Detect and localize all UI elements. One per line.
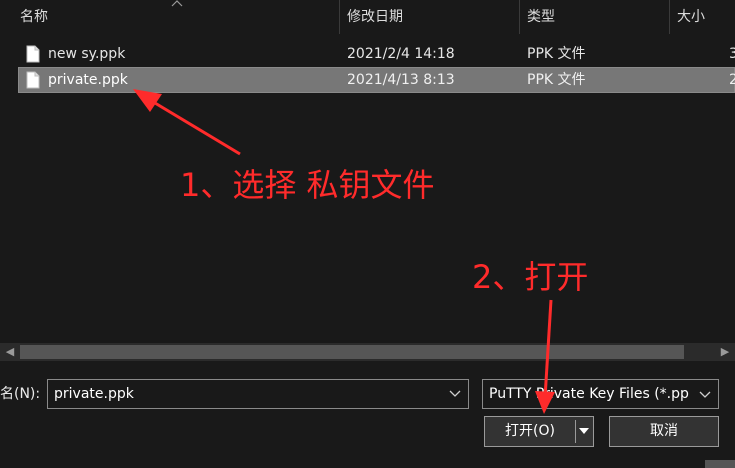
- chevron-down-icon: [699, 391, 711, 398]
- file-icon: [26, 71, 40, 89]
- column-modified[interactable]: 修改日期: [341, 0, 517, 34]
- column-type[interactable]: 类型: [521, 0, 667, 34]
- file-type: PPK 文件: [527, 46, 586, 62]
- scroll-left-icon[interactable]: ◀: [1, 343, 19, 361]
- resize-grip-icon[interactable]: [705, 458, 735, 468]
- annotation-step2: 2、打开: [472, 258, 589, 296]
- column-separator[interactable]: [669, 0, 670, 34]
- file-name: private.ppk: [48, 72, 128, 88]
- dropdown-arrow-icon[interactable]: [578, 426, 590, 436]
- file-type: PPK 文件: [527, 72, 586, 88]
- column-header: 名称 修改日期 类型 大小: [0, 0, 735, 34]
- chevron-down-icon[interactable]: [448, 386, 462, 400]
- scrollbar-thumb[interactable]: [20, 345, 684, 359]
- column-name[interactable]: 名称: [14, 0, 340, 34]
- file-row-selected[interactable]: private.ppk 2021/4/13 8:13 PPK 文件 2: [18, 67, 735, 93]
- file-name: new sy.ppk: [48, 46, 126, 62]
- scroll-right-icon[interactable]: ▶: [716, 343, 734, 361]
- open-button-label: 打开(O): [505, 423, 555, 439]
- file-modified: 2021/2/4 14:18: [347, 46, 455, 62]
- file-size: 2: [729, 72, 735, 88]
- cancel-button[interactable]: 取消: [609, 416, 719, 447]
- horizontal-scrollbar[interactable]: ◀ ▶: [0, 343, 735, 361]
- file-row[interactable]: new sy.ppk 2021/2/4 14:18 PPK 文件 3: [18, 41, 735, 67]
- filename-label: 名(N):: [0, 386, 41, 402]
- column-separator[interactable]: [339, 0, 340, 34]
- dialog-footer: [0, 361, 735, 468]
- open-button[interactable]: 打开(O): [484, 416, 594, 447]
- arrow-to-private-ppk: [133, 89, 241, 156]
- file-modified: 2021/4/13 8:13: [347, 72, 455, 88]
- file-icon: [26, 45, 40, 63]
- column-separator[interactable]: [519, 0, 520, 34]
- split-divider: [575, 420, 576, 443]
- column-size[interactable]: 大小: [671, 0, 735, 34]
- file-type-filter-value: PuTTY Private Key Files (*.pp: [489, 386, 689, 402]
- filename-input[interactable]: [47, 379, 469, 409]
- annotation-step1: 1、选择 私钥文件: [180, 166, 435, 204]
- file-type-filter[interactable]: PuTTY Private Key Files (*.pp: [482, 379, 719, 409]
- file-size: 3: [729, 46, 735, 62]
